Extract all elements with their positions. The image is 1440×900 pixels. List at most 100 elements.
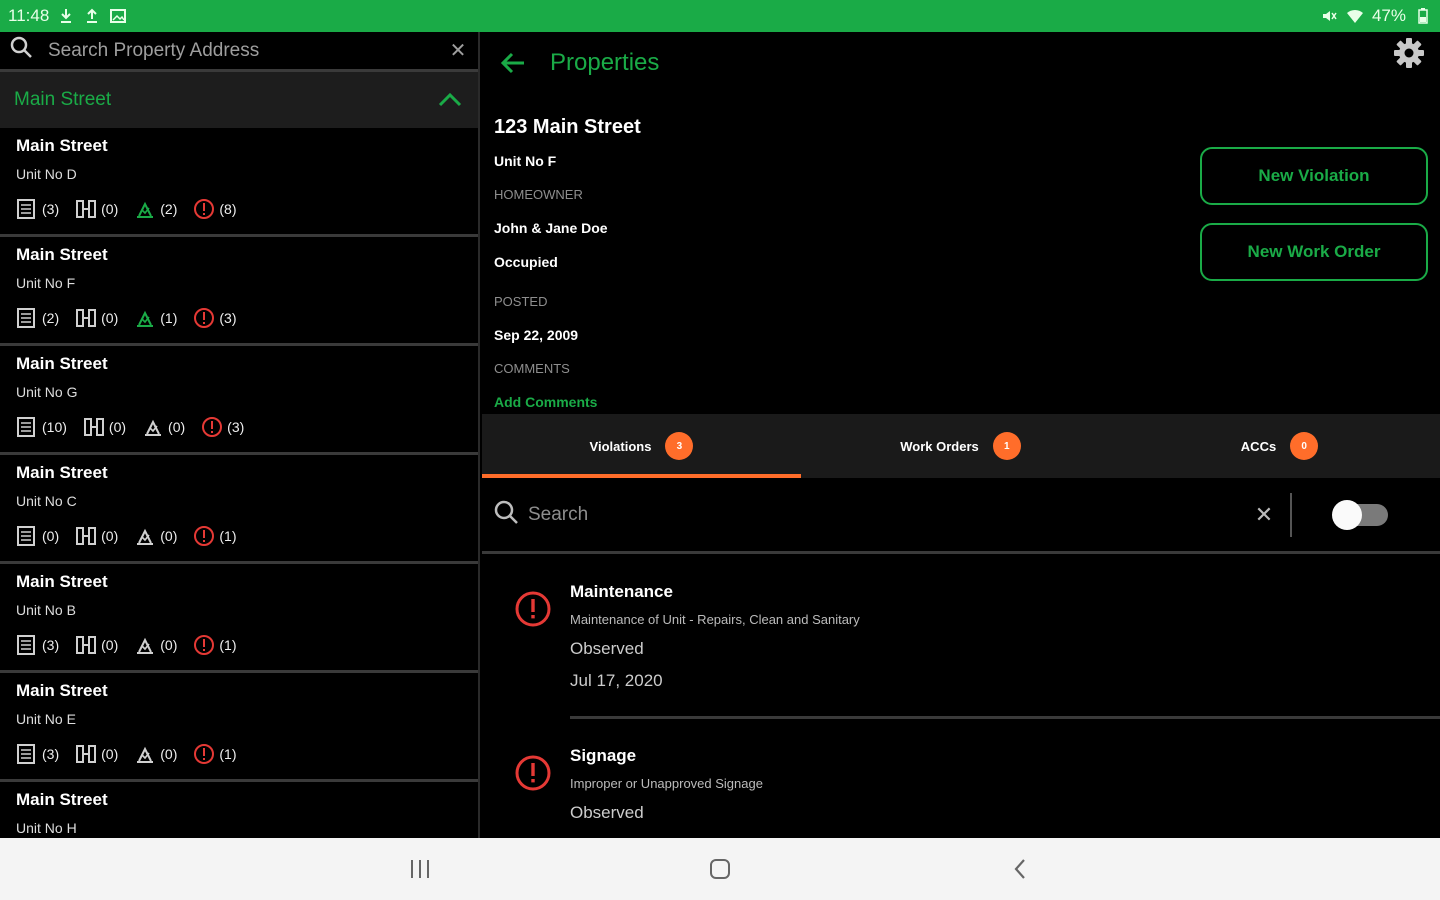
- system-nav-bar: [0, 838, 1440, 900]
- violation-title: Signage: [570, 746, 637, 765]
- document-count: (3): [42, 746, 60, 762]
- property-list-item[interactable]: Main Street Unit No F (2) (0) (1) (3): [0, 237, 478, 346]
- clear-search-icon[interactable]: ✕: [1244, 502, 1284, 528]
- violation-status: Observed: [570, 803, 644, 822]
- acc-icon: [134, 307, 154, 329]
- document-icon: [16, 416, 36, 438]
- violation-item[interactable]: Maintenance Maintenance of Unit - Repair…: [482, 554, 1440, 719]
- posted-date: Sep 22, 2009: [494, 327, 579, 343]
- home-icon[interactable]: [705, 854, 735, 884]
- app-bar: Properties: [482, 32, 1440, 94]
- document-icon: [16, 307, 36, 329]
- work-order-count: (0): [108, 419, 127, 435]
- tab-violations[interactable]: Violations 3: [482, 414, 801, 478]
- group-header-main-street[interactable]: Main Street: [0, 72, 478, 128]
- acc-count: (1): [160, 310, 178, 326]
- search-icon: [8, 35, 34, 66]
- page-title: Properties: [550, 49, 660, 76]
- detail-tabs: Violations 3 Work Orders 1 ACCs 0: [482, 414, 1440, 478]
- download-icon: [57, 7, 75, 25]
- alert-icon: [193, 634, 215, 656]
- search-icon: [492, 498, 520, 531]
- back-arrow-icon[interactable]: [498, 47, 530, 79]
- property-detail-pane: Properties 123 Main Street Unit No F HOM…: [482, 32, 1440, 838]
- property-name: Main Street: [16, 245, 108, 264]
- add-comments-link[interactable]: Add Comments: [494, 394, 1440, 410]
- violation-count: (1): [219, 746, 237, 762]
- toggle-knob: [1332, 499, 1362, 530]
- filter-toggle[interactable]: [1332, 499, 1388, 530]
- document-count: (3): [42, 201, 60, 217]
- acc-count: (0): [160, 528, 178, 544]
- document-count: (3): [42, 637, 60, 653]
- new-work-order-button[interactable]: New Work Order: [1200, 223, 1428, 281]
- violation-search-bar: Search ✕: [482, 478, 1440, 554]
- tab-work-orders[interactable]: Work Orders 1: [801, 414, 1120, 478]
- work-order-icon: [75, 307, 97, 329]
- property-search-bar[interactable]: Search Property Address ✕: [0, 32, 478, 72]
- acc-count: (0): [160, 746, 178, 762]
- violation-count: (3): [219, 310, 237, 326]
- recents-icon[interactable]: [405, 854, 435, 884]
- property-stats: (3) (0) (2) (8): [16, 198, 460, 220]
- property-list-item[interactable]: Main Street Unit No C (0) (0) (0) (1): [0, 455, 478, 564]
- violation-title: Maintenance: [570, 582, 673, 601]
- back-icon[interactable]: [1005, 854, 1035, 884]
- property-unit: Unit No H: [16, 820, 77, 836]
- work-order-icon: [75, 198, 97, 220]
- work-order-count: (0): [101, 746, 119, 762]
- property-stats: (0) (0) (0) (1): [16, 525, 460, 547]
- property-name: Main Street: [16, 681, 108, 700]
- property-list-item[interactable]: Main Street Unit No E (3) (0) (0) (1): [0, 673, 478, 782]
- work-order-count: (0): [101, 201, 119, 217]
- tab-label: Violations: [589, 438, 652, 454]
- violation-count: (8): [219, 201, 237, 217]
- work-order-count: (0): [101, 528, 119, 544]
- property-stats: (10) (0) (0) (3): [16, 416, 460, 438]
- work-order-icon: [75, 743, 97, 765]
- work-order-count: (0): [101, 310, 119, 326]
- alert-icon: [193, 525, 215, 547]
- document-count: (2): [42, 310, 60, 326]
- acc-icon: [134, 525, 154, 547]
- alert-icon: [514, 590, 552, 628]
- property-list-item[interactable]: Main Street Unit No G (10) (0) (0) (3): [0, 346, 478, 455]
- posted-label: POSTED: [494, 294, 548, 309]
- acc-icon: [134, 743, 154, 765]
- document-icon: [16, 743, 36, 765]
- property-list-item[interactable]: Main Street Unit No D (3) (0) (2) (8): [0, 128, 478, 237]
- gear-icon[interactable]: [1392, 36, 1426, 70]
- work-order-icon: [75, 525, 97, 547]
- document-icon: [16, 198, 36, 220]
- document-icon: [16, 525, 36, 547]
- acc-icon: [142, 416, 162, 438]
- acc-count: (0): [168, 419, 186, 435]
- property-details: 123 Main Street Unit No F HOMEOWNER John…: [482, 116, 1440, 436]
- alert-icon: [193, 307, 215, 329]
- violation-item[interactable]: Signage Improper or Unapproved Signage O…: [482, 718, 1440, 838]
- property-name: Main Street: [16, 463, 108, 482]
- property-list-pane: Search Property Address ✕ Main Street Ma…: [0, 32, 480, 838]
- group-title: Main Street: [14, 89, 112, 110]
- alert-icon: [201, 416, 223, 438]
- violation-search-input[interactable]: Search: [520, 504, 1244, 526]
- battery-level: 47%: [1371, 6, 1406, 25]
- document-icon: [16, 634, 36, 656]
- chevron-up-icon[interactable]: [436, 86, 464, 114]
- violation-count: (1): [219, 637, 237, 653]
- property-list-item[interactable]: Main Street Unit No B (3) (0) (0) (1): [0, 564, 478, 673]
- wifi-icon: [1346, 7, 1364, 25]
- property-unit: Unit No F: [16, 275, 76, 291]
- alert-icon: [193, 743, 215, 765]
- property-unit: Unit No E: [16, 711, 76, 727]
- clear-search-icon[interactable]: ✕: [446, 38, 470, 63]
- property-search-input[interactable]: Search Property Address: [34, 40, 446, 62]
- status-time: 11:48: [8, 6, 50, 25]
- tab-accs[interactable]: ACCs 0: [1120, 414, 1439, 478]
- property-name: Main Street: [16, 354, 108, 373]
- violation-date: Jul 17, 2020: [570, 671, 663, 690]
- acc-icon: [134, 634, 154, 656]
- new-violation-button[interactable]: New Violation: [1200, 147, 1428, 205]
- property-stats: (3) (0) (0) (1): [16, 634, 460, 656]
- property-list-item[interactable]: Main Street Unit No H: [0, 782, 478, 838]
